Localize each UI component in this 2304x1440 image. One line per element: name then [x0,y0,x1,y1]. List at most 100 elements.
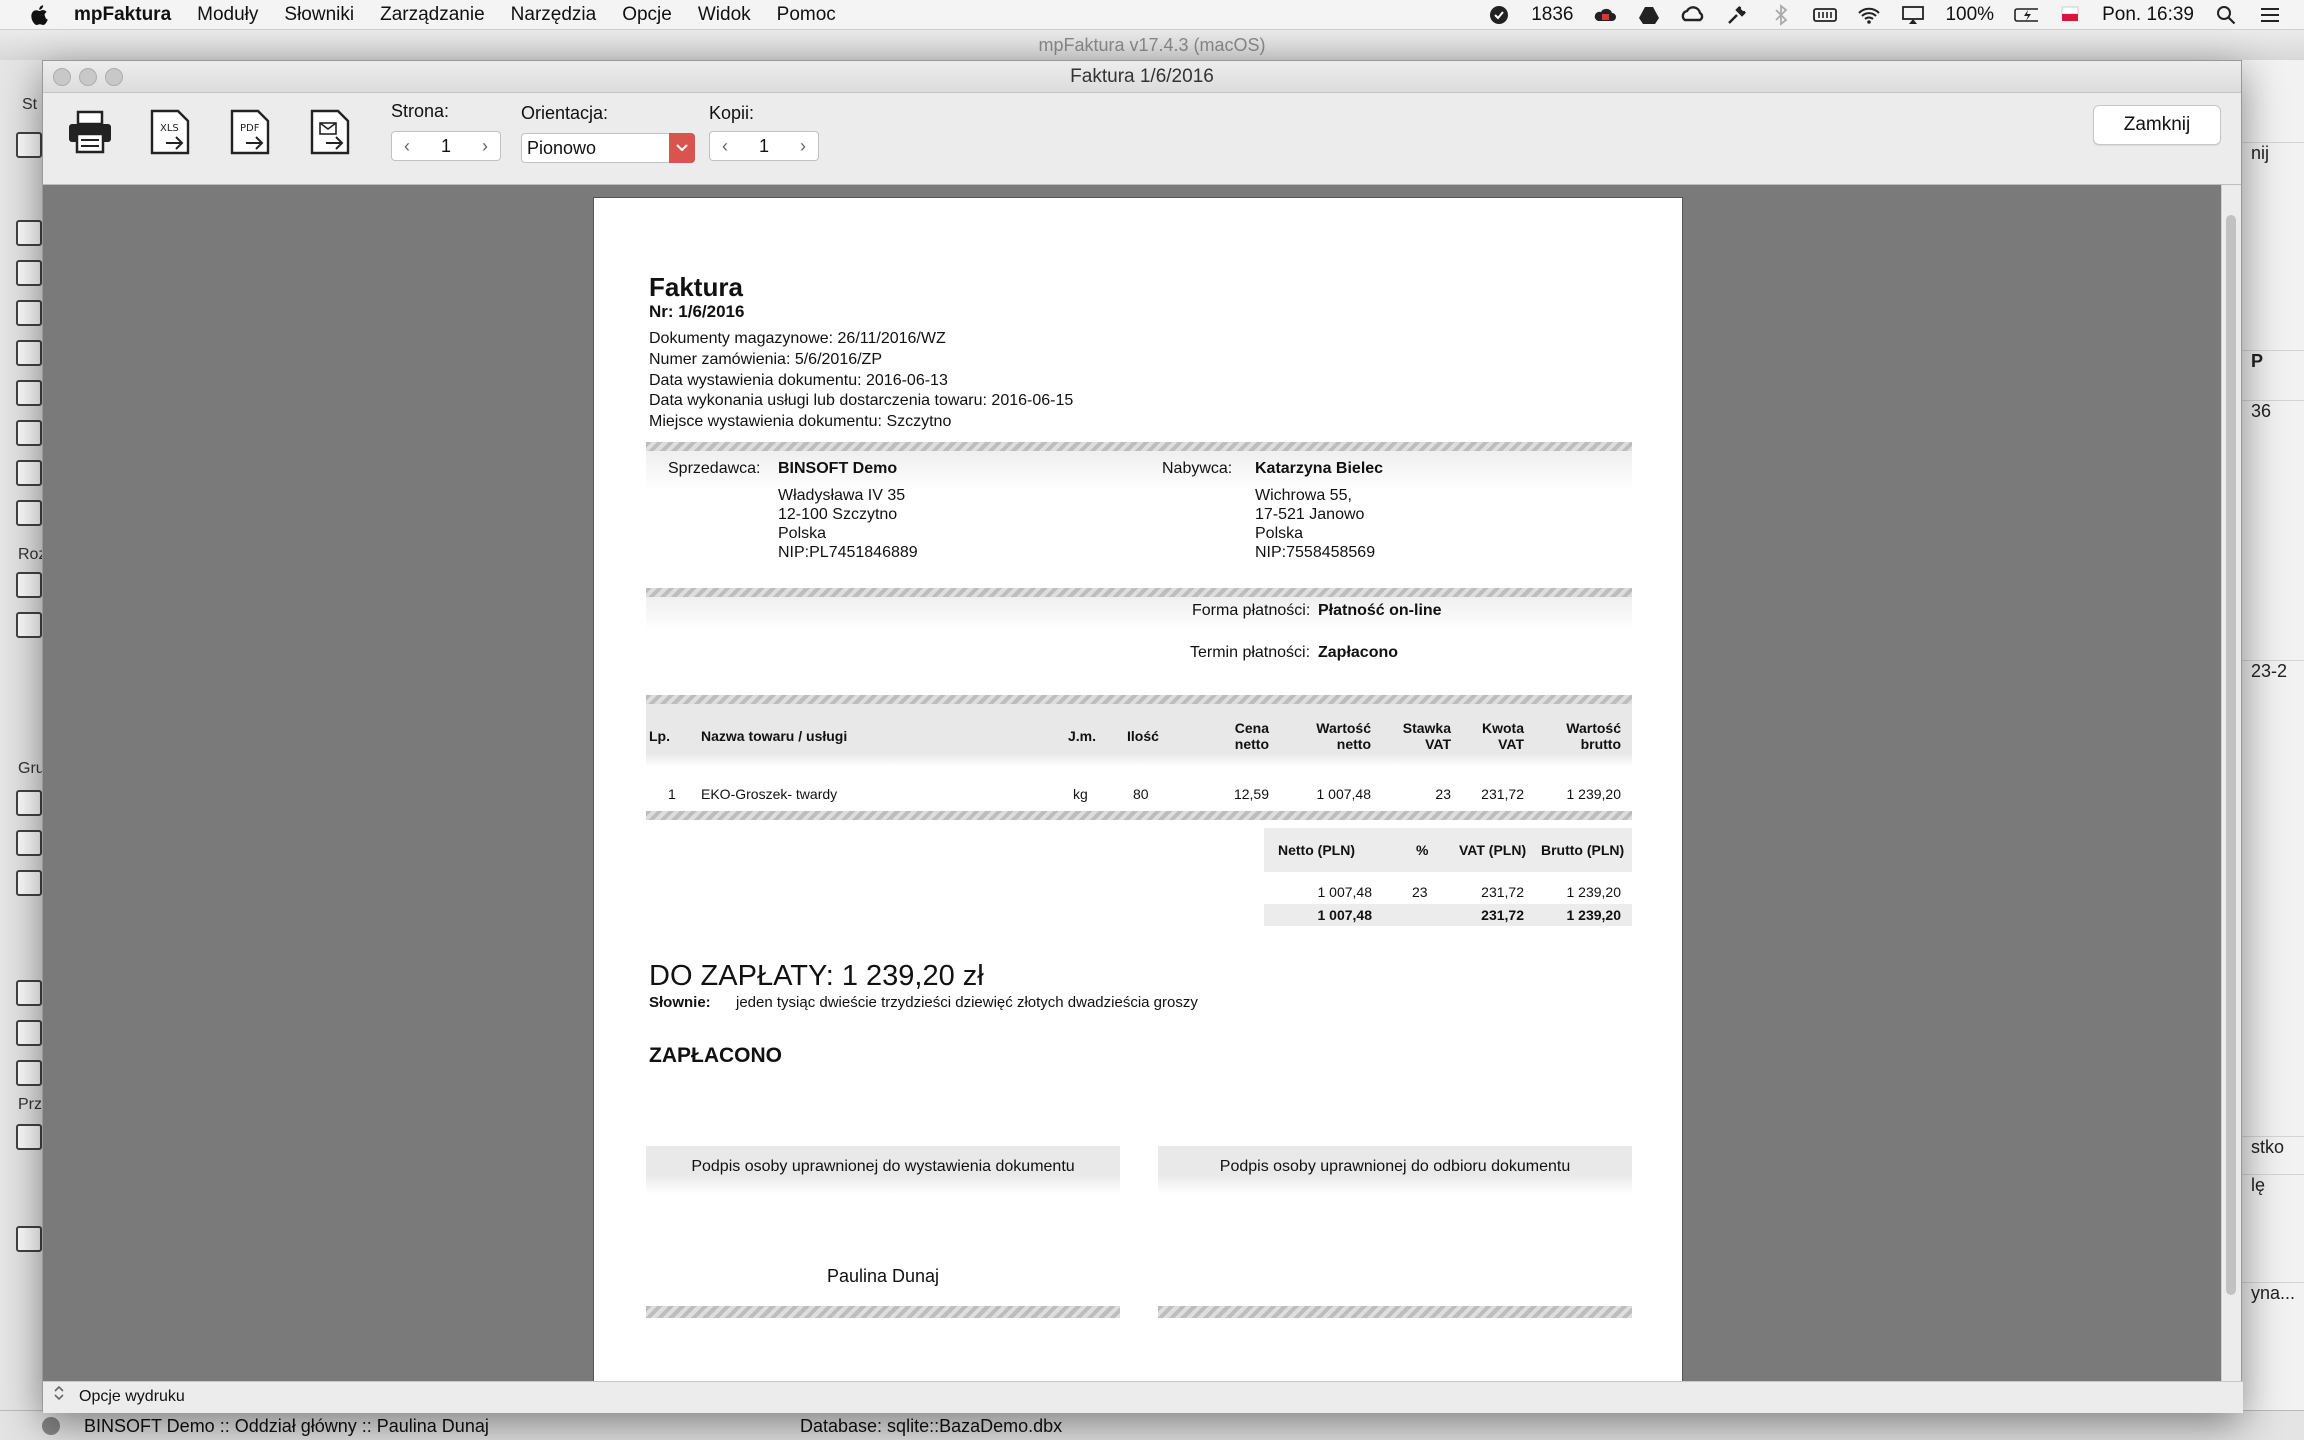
bg-cell-yna[interactable]: yna... [2241,1282,2304,1304]
orientation-select[interactable]: Pionowo [521,133,695,163]
sidebar-folder-icon[interactable] [16,500,42,526]
drive-icon[interactable] [1637,4,1661,26]
sidebar-label-gru: Gru [18,760,45,777]
col-rate-line2: VAT [1425,736,1451,752]
copies-value[interactable]: 1 [740,136,788,157]
chevron-updown-icon[interactable] [53,1382,65,1412]
scrollbar-thumb[interactable] [2226,215,2236,1295]
input-language-flag-icon[interactable] [2058,4,2082,26]
sidebar-doc3-icon[interactable] [16,1020,42,1046]
meta-delivery-date: Data wykonania usługi lub dostarczenia t… [649,392,1074,409]
col-gross: Wartość brutto [1549,720,1621,752]
memory-icon[interactable] [1813,4,1838,26]
window-minimize-icon[interactable] [79,68,97,86]
col-unit: J.m. [1068,728,1097,744]
menu-moduly[interactable]: Moduły [197,4,258,26]
payment-term-value: Zapłacono [1318,644,1399,661]
sidebar-list2-icon[interactable] [16,1060,42,1086]
menu-pomoc[interactable]: Pomoc [777,4,836,26]
sidebar-terminal-icon[interactable] [16,790,42,816]
row-rate: 23 [1435,786,1451,802]
menu-widok[interactable]: Widok [698,4,751,26]
seller-nip: NIP:PL7451846889 [778,544,918,561]
sidebar-doc-icon[interactable] [16,340,42,366]
apple-icon[interactable] [28,3,52,27]
divider [646,811,1632,820]
sidebar-list-icon[interactable] [16,300,42,326]
buyer-name: Katarzyna Bielec [1255,460,1384,477]
cloud-home-icon[interactable] [1593,4,1617,26]
payment-form-label: Forma płatności: [1192,602,1311,619]
bg-cell-nij[interactable]: nij [2241,142,2304,164]
total-vat: 231,72 [1481,907,1524,923]
menu-opcje[interactable]: Opcje [622,4,672,26]
notification-center-icon[interactable] [2258,4,2282,26]
spotlight-search-icon[interactable] [2214,4,2238,26]
print-options-bar[interactable]: Opcje wydruku [43,1381,2243,1413]
sidebar-report2-icon[interactable] [16,612,42,638]
bg-cell-23: 23-2 [2241,660,2304,682]
clock[interactable]: Pon. 16:39 [2102,4,2194,26]
sidebar-terminal2-icon[interactable] [16,830,42,856]
row-price: 12,59 [1233,786,1269,802]
col-vat-line2: VAT [1498,736,1524,752]
window-close-icon[interactable] [53,68,71,86]
copies-stepper[interactable]: ‹ 1 › [709,131,819,161]
window-zoom-icon[interactable] [105,68,123,86]
menubar: mpFaktura Moduły Słowniki Zarządzanie Na… [0,0,2304,30]
creative-cloud-icon[interactable] [1681,4,1705,26]
notification-badge-icon[interactable] [1487,4,1511,26]
buyer-label: Nabywca: [1162,460,1233,477]
sidebar-search-icon[interactable] [16,132,42,158]
pdf-export-icon[interactable]: PDF [225,107,275,157]
col-price-line2: netto [1234,736,1269,752]
close-button[interactable]: Zamknij [2093,105,2221,145]
sidebar-label-st: St [22,96,38,113]
signature-issuer-box: Podpis osoby uprawnionej do wystawienia … [646,1146,1120,1194]
issuer-name: Paulina Dunaj [826,1266,940,1286]
statusbar-database: Database: sqlite::BazaDemo.dbx [800,1416,1063,1436]
sidebar-settings-icon[interactable] [16,220,42,246]
page-prev-icon[interactable]: ‹ [392,136,422,157]
invoice-page: Faktura Nr: 1/6/2016 Dokumenty magazynow… [593,197,1683,1405]
payment-term-label: Termin płatności: [1190,644,1311,661]
copies-increment-icon[interactable]: › [788,136,818,157]
tools-icon[interactable] [1725,4,1749,26]
vertical-scrollbar[interactable] [2221,185,2241,1413]
seller-label: Sprzedawca: [668,460,761,477]
sidebar-edit-icon[interactable] [16,420,42,446]
page-next-icon[interactable]: › [470,136,500,157]
xls-export-icon[interactable]: XLS [145,107,195,157]
sidebar-calc-icon[interactable] [16,460,42,486]
bluetooth-icon[interactable] [1769,4,1793,26]
sidebar-bag-icon[interactable] [16,260,42,286]
sidebar-doc2-icon[interactable] [16,980,42,1006]
col-qty: Ilość [1127,728,1159,744]
page-value[interactable]: 1 [422,136,470,157]
print-options-label[interactable]: Opcje wydruku [79,1382,185,1412]
sidebar-list3-icon[interactable] [16,1124,42,1150]
col-lp: Lp. [649,728,670,744]
menu-narzedzia[interactable]: Narzędzia [511,4,597,26]
sidebar-code-icon[interactable] [16,870,42,896]
bg-cell-stko[interactable]: stko [2241,1136,2304,1158]
sidebar-report-icon[interactable] [16,572,42,598]
summary-col-gross: Brutto (PLN) [1541,842,1625,858]
chevron-down-icon[interactable] [669,133,695,163]
printer-icon[interactable] [65,107,115,157]
orientation-value: Pionowo [527,138,597,158]
preview-canvas[interactable]: Faktura Nr: 1/6/2016 Dokumenty magazynow… [43,185,2223,1405]
copies-decrement-icon[interactable]: ‹ [710,136,740,157]
sidebar-table-icon[interactable] [16,380,42,406]
sidebar-list4-icon[interactable] [16,1226,42,1252]
airplay-icon[interactable] [1901,4,1925,26]
page-stepper[interactable]: ‹ 1 › [391,131,501,161]
menu-zarzadzanie[interactable]: Zarządzanie [380,4,485,26]
amount-in-words: jeden tysiąc dwieście trzydzieści dziewi… [736,994,1198,1011]
menu-app-name[interactable]: mpFaktura [74,4,171,26]
wifi-icon[interactable] [1857,4,1881,26]
bg-cell-le[interactable]: lę [2241,1174,2304,1196]
menu-slowniki[interactable]: Słowniki [284,4,354,26]
email-icon[interactable] [305,107,355,157]
battery-charging-icon[interactable] [2014,4,2039,26]
